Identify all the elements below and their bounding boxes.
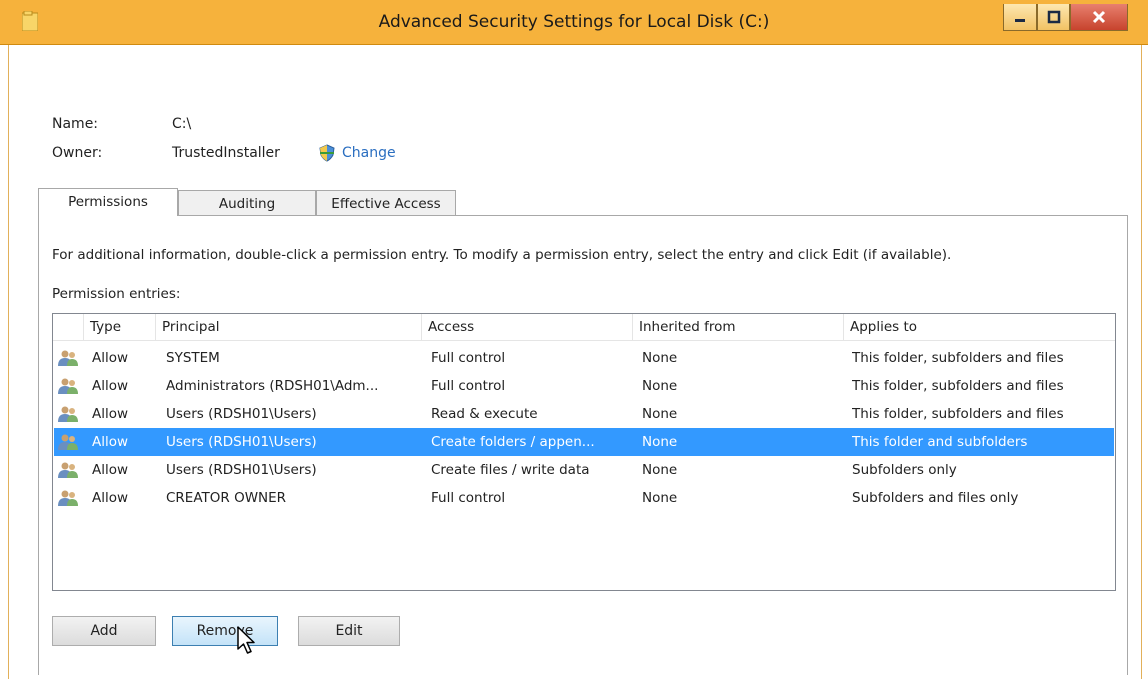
cell-access: Read & execute (431, 406, 538, 422)
users-icon (58, 434, 78, 450)
permission-entries-label: Permission entries: (52, 286, 181, 302)
cell-principal: Users (RDSH01\Users) (166, 434, 317, 450)
window-title: Advanced Security Settings for Local Dis… (378, 12, 770, 32)
cell-access: Create files / write data (431, 462, 590, 478)
cell-applies-to: Subfolders only (852, 462, 957, 478)
name-value: C:\ (172, 116, 192, 132)
tab-auditing[interactable]: Auditing (178, 190, 316, 216)
users-icon (58, 406, 78, 422)
name-label: Name: (52, 116, 99, 132)
column-type[interactable]: Type (83, 314, 155, 340)
title-bar: Advanced Security Settings for Local Dis… (0, 0, 1148, 45)
cell-type: Allow (92, 462, 129, 478)
cell-applies-to: This folder, subfolders and files (852, 378, 1064, 394)
minimize-icon (1015, 19, 1025, 22)
column-principal[interactable]: Principal (155, 314, 421, 340)
cell-principal: SYSTEM (166, 350, 220, 366)
edit-button[interactable]: Edit (298, 616, 400, 646)
table-row[interactable]: Allow Administrators (RDSH01\Adm... Full… (54, 372, 1114, 400)
table-row[interactable]: Allow Users (RDSH01\Users) Create files … (54, 456, 1114, 484)
table-row[interactable]: Allow Users (RDSH01\Users) Read & execut… (54, 400, 1114, 428)
cell-principal: Users (RDSH01\Users) (166, 406, 317, 422)
minimize-button[interactable] (1003, 4, 1037, 31)
cell-inherited-from: None (642, 378, 678, 394)
table-row[interactable]: Allow CREATOR OWNER Full control None Su… (54, 484, 1114, 512)
cell-type: Allow (92, 434, 129, 450)
maximize-button[interactable] (1037, 4, 1070, 31)
owner-label: Owner: (52, 145, 103, 161)
cell-inherited-from: None (642, 462, 678, 478)
table-row[interactable]: Allow SYSTEM Full control None This fold… (54, 344, 1114, 372)
maximize-icon (1047, 10, 1060, 24)
column-inherited-from[interactable]: Inherited from (632, 314, 843, 340)
users-icon (58, 350, 78, 366)
cell-principal: Users (RDSH01\Users) (166, 462, 317, 478)
users-icon (58, 462, 78, 478)
owner-value: TrustedInstaller (172, 145, 280, 161)
close-button[interactable] (1070, 4, 1128, 31)
users-icon (58, 378, 78, 394)
cell-inherited-from: None (642, 490, 678, 506)
cell-applies-to: This folder, subfolders and files (852, 350, 1064, 366)
shield-icon (319, 144, 335, 162)
cell-type: Allow (92, 350, 129, 366)
instructions-text: For additional information, double-click… (52, 247, 952, 263)
cell-access: Full control (431, 378, 506, 394)
cell-type: Allow (92, 406, 129, 422)
cell-access: Create folders / appen... (431, 434, 595, 450)
cell-access: Full control (431, 490, 506, 506)
cell-principal: CREATOR OWNER (166, 490, 287, 506)
users-icon (58, 490, 78, 506)
cell-applies-to: This folder and subfolders (852, 434, 1028, 450)
column-access[interactable]: Access (421, 314, 632, 340)
remove-button[interactable]: Remove (172, 616, 278, 646)
cell-applies-to: Subfolders and files only (852, 490, 1019, 506)
close-icon (1092, 10, 1106, 24)
change-owner-link[interactable]: Change (342, 145, 396, 161)
list-header: Type Principal Access Inherited from App… (53, 314, 1115, 341)
cell-applies-to: This folder, subfolders and files (852, 406, 1064, 422)
tab-effective-access[interactable]: Effective Access (316, 190, 456, 216)
cell-inherited-from: None (642, 434, 678, 450)
cell-inherited-from: None (642, 350, 678, 366)
cell-principal: Administrators (RDSH01\Adm... (166, 378, 379, 394)
cell-access: Full control (431, 350, 506, 366)
cell-type: Allow (92, 378, 129, 394)
permission-entries-list[interactable]: Type Principal Access Inherited from App… (52, 313, 1116, 591)
tab-permissions[interactable]: Permissions (38, 188, 178, 216)
cell-type: Allow (92, 490, 129, 506)
mouse-pointer-icon (237, 626, 255, 654)
cell-inherited-from: None (642, 406, 678, 422)
table-row-selected[interactable]: Allow Users (RDSH01\Users) Create folder… (54, 428, 1114, 456)
add-button[interactable]: Add (52, 616, 156, 646)
column-applies-to[interactable]: Applies to (843, 314, 1115, 340)
